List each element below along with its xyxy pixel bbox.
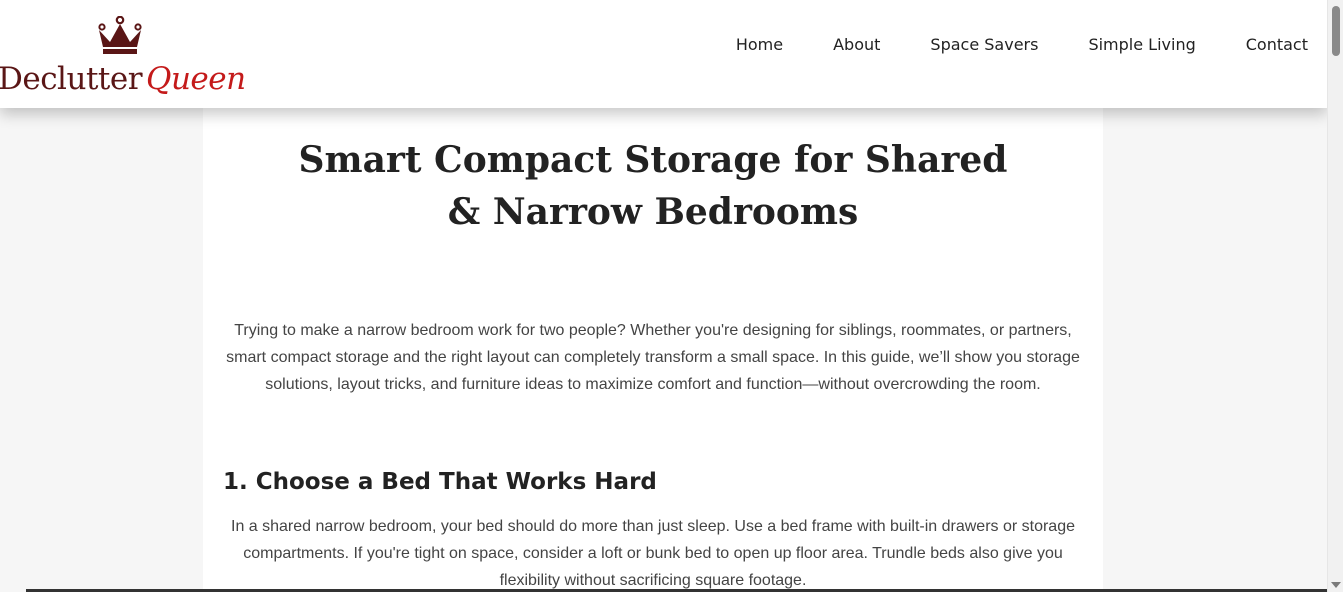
article-intro: Trying to make a narrow bedroom work for… — [226, 322, 1080, 393]
main-nav: Home About Space Savers Simple Living Co… — [736, 34, 1308, 56]
scroll-down-arrow-icon[interactable] — [1331, 582, 1341, 588]
page-title: Smart Compact Storage for Shared & Narro… — [298, 139, 1008, 233]
browser-viewport: Declutter Queen Home About Space Savers S… — [0, 0, 1343, 592]
scrollbar-thumb[interactable] — [1332, 6, 1340, 56]
site-logo[interactable]: Declutter Queen — [0, 14, 250, 104]
vertical-scrollbar[interactable] — [1327, 0, 1343, 592]
site-header: Declutter Queen Home About Space Savers S… — [0, 0, 1327, 108]
crown-icon — [98, 16, 142, 54]
nav-item-simple-living[interactable]: Simple Living — [1088, 34, 1195, 56]
section-body: In a shared narrow bedroom, your bed sho… — [231, 518, 1075, 589]
nav-item-contact[interactable]: Contact — [1246, 34, 1308, 56]
logo-word-queen: Queen — [146, 61, 246, 97]
nav-item-home[interactable]: Home — [736, 34, 783, 56]
site-logo-text: Declutter Queen — [0, 60, 246, 98]
section-heading: 1. Choose a Bed That Works Hard — [223, 469, 657, 495]
logo-word-declutter: Declutter — [0, 61, 143, 97]
article-content: Smart Compact Storage for Shared & Narro… — [203, 100, 1103, 592]
nav-item-about[interactable]: About — [833, 34, 880, 56]
nav-item-space-savers[interactable]: Space Savers — [930, 34, 1038, 56]
